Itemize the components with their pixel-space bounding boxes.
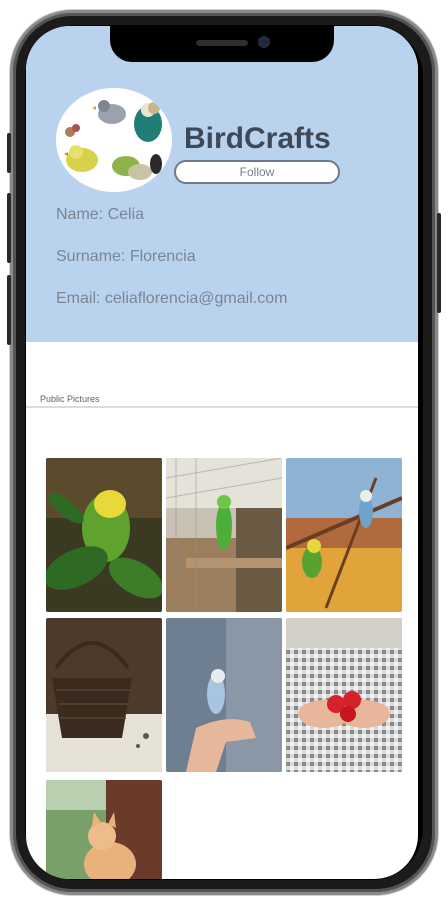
basket-image (46, 618, 162, 772)
section-divider (26, 406, 418, 408)
cat-at-window-image (46, 780, 162, 879)
surname-field: Surname: Florencia (56, 248, 196, 265)
photo-cat-at-window[interactable] (46, 780, 162, 879)
mute-switch (7, 133, 11, 173)
follow-button[interactable]: Follow (174, 160, 340, 184)
phone-notch (110, 26, 334, 62)
public-pictures-label: Public Pictures (40, 394, 100, 404)
parakeet-in-leaves-image (46, 458, 162, 612)
app-screen: BirdCrafts Follow Name: Celia Surname: F… (26, 26, 418, 879)
email-field: Email: celiaflorencia@gmail.com (56, 290, 288, 307)
strawberries-image (286, 618, 402, 772)
profile-avatar[interactable] (56, 88, 172, 192)
brand-title: BirdCrafts (184, 122, 331, 155)
birds-collage-icon (56, 88, 172, 192)
speaker-grille (196, 40, 248, 46)
photo-hands-with-strawberries[interactable] (286, 618, 402, 772)
profile-header: BirdCrafts Follow Name: Celia Surname: F… (26, 26, 418, 342)
photo-birds-on-branch[interactable] (286, 458, 402, 612)
photo-basket[interactable] (46, 618, 162, 772)
name-field: Name: Celia (56, 206, 145, 223)
photo-parakeet-in-leaves[interactable] (46, 458, 162, 612)
parakeet-on-hand-image (166, 618, 282, 772)
birds-on-branch-image (286, 458, 402, 612)
front-camera (258, 36, 270, 48)
parakeet-in-cage-image (166, 458, 282, 612)
volume-down-button (7, 275, 11, 345)
photo-parakeet-in-cage[interactable] (166, 458, 282, 612)
photo-parakeet-on-hand[interactable] (166, 618, 282, 772)
volume-up-button (7, 193, 11, 263)
power-button (437, 213, 441, 313)
